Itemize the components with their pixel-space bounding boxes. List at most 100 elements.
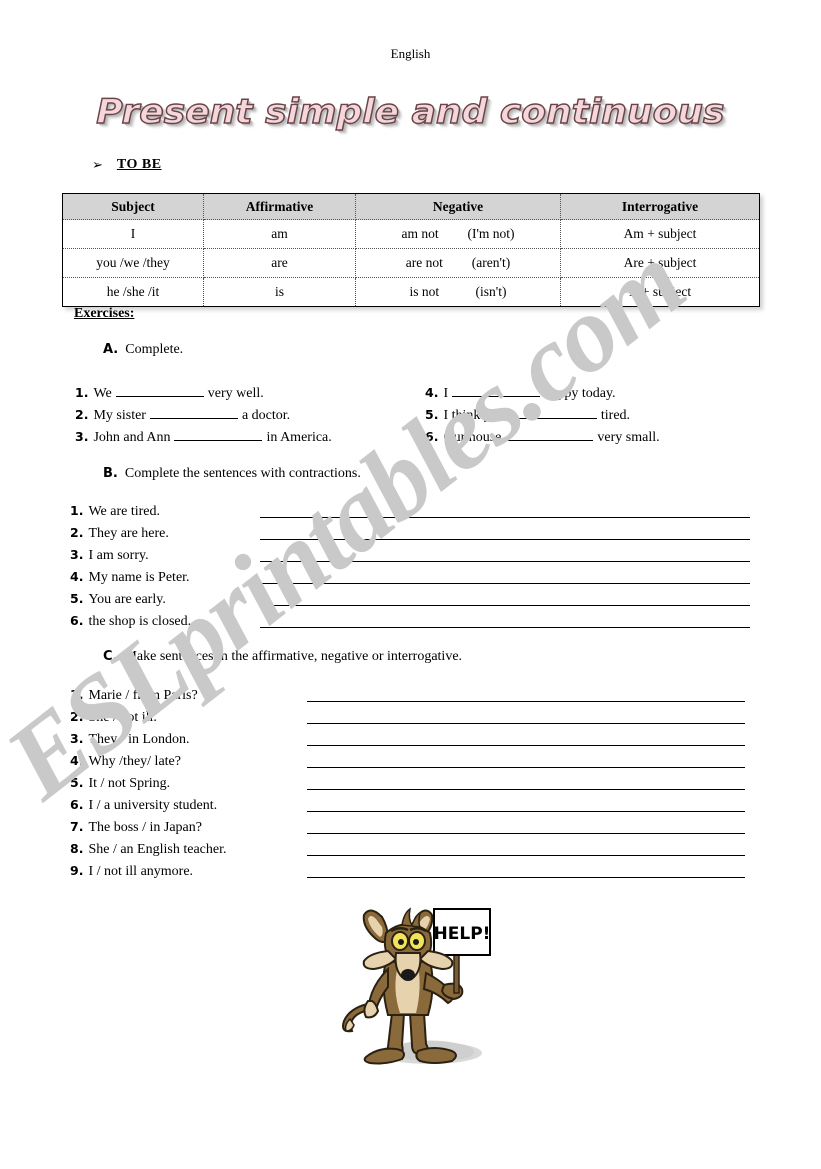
section-b-instruction: Complete the sentences with contractions… (124, 466, 361, 481)
exercise-a-item-1: 1. We very well. (75, 383, 264, 402)
section-b-letter: B. (103, 466, 118, 481)
fill-in-blank[interactable] (174, 427, 263, 441)
answer-line-c-2[interactable] (307, 723, 745, 724)
exercise-c-item-1: 1. Marie / from Paris? (70, 687, 198, 704)
answer-line-b-4[interactable] (260, 583, 750, 584)
negative-contraction: (I'm not) (467, 226, 515, 241)
item-number: 7. (70, 819, 84, 834)
to-be-heading-row: ➢ TO BE (92, 157, 162, 173)
item-text: She / not ill. (88, 710, 157, 725)
exercises-heading: Exercises: (74, 306, 135, 321)
coyote-nose (401, 969, 415, 981)
sign-post (453, 952, 460, 994)
table-row: you /we /they are are not (aren't) Are + … (62, 248, 760, 278)
fill-in-blank[interactable] (452, 383, 541, 397)
item-text: I am sorry. (88, 548, 149, 563)
exercise-b-item-1: 1. We are tired. (70, 503, 160, 520)
item-number: 8. (70, 841, 84, 856)
worksheet-page: English Present simple and continuous ➢ … (0, 0, 821, 1169)
exercise-a-item-3: 3. John and Ann in America. (75, 427, 332, 446)
arrow-bullet-icon: ➢ (92, 157, 103, 173)
section-c-instruction: Make sentences in the affirmative, negat… (124, 649, 463, 664)
cell-subject: I (62, 219, 204, 249)
exercise-c-item-7: 7. The boss / in Japan? (70, 819, 202, 836)
cell-negative-inner: is not (isn't) (410, 284, 507, 300)
answer-line-b-5[interactable] (260, 605, 750, 606)
coyote-head-tuft (401, 907, 422, 928)
item-text: They are here. (88, 526, 169, 541)
answer-line-c-6[interactable] (307, 811, 745, 812)
answer-line-c-9[interactable] (307, 877, 745, 878)
item-text-before: I (443, 386, 449, 401)
answer-line-b-3[interactable] (260, 561, 750, 562)
cell-affirmative: are (203, 248, 356, 278)
table-row: I am am not (I'm not) Am + subject (62, 219, 760, 249)
fill-in-blank[interactable] (149, 405, 238, 419)
fill-in-blank[interactable] (508, 405, 597, 419)
page-header-label: English (390, 46, 431, 61)
item-number: 4. (425, 385, 439, 400)
item-number: 5. (70, 591, 84, 606)
item-number: 6. (425, 429, 439, 444)
item-text: My name is Peter. (88, 570, 190, 585)
section-a-instruction: Complete. (125, 342, 184, 357)
item-number: 4. (70, 569, 84, 584)
exercise-c-item-6: 6. I / a university student. (70, 797, 217, 814)
item-number: 4. (70, 753, 84, 768)
item-text: The boss / in Japan? (88, 820, 202, 835)
table-header-row: Subject Affirmative Negative Interrogati… (62, 193, 760, 220)
section-a-heading: A. Complete. (103, 342, 183, 358)
item-text-before: We (93, 386, 112, 401)
answer-line-b-1[interactable] (260, 517, 750, 518)
column-header-negative: Negative (355, 193, 561, 220)
item-text: the shop is closed. (88, 614, 192, 629)
item-text-after: very well. (207, 386, 264, 401)
answer-line-c-3[interactable] (307, 745, 745, 746)
item-number: 1. (75, 385, 89, 400)
exercise-b-item-3: 3. I am sorry. (70, 547, 149, 564)
item-number: 3. (70, 547, 84, 562)
cell-negative: am not (I'm not) (355, 219, 561, 249)
item-text: Marie / from Paris? (88, 688, 198, 703)
fill-in-blank[interactable] (115, 383, 204, 397)
item-text-after: in America. (266, 430, 332, 445)
page-title: Present simple and continuous (96, 91, 726, 132)
cell-negative-inner: am not (I'm not) (401, 226, 514, 242)
negative-form: am not (401, 226, 439, 241)
exercise-a-item-2: 2. My sister a doctor. (75, 405, 290, 424)
item-number: 5. (70, 775, 84, 790)
exercise-c-item-4: 4. Why /they/ late? (70, 753, 181, 770)
item-number: 3. (75, 429, 89, 444)
cell-negative: is not (isn't) (355, 277, 561, 307)
to-be-conjugation-table: Subject Affirmative Negative Interrogati… (62, 193, 760, 307)
fill-in-blank[interactable] (505, 427, 594, 441)
column-header-affirmative: Affirmative (203, 193, 356, 220)
exercise-c-item-2: 2. She / not ill. (70, 709, 157, 726)
section-c-heading: C. Make sentences in the affirmative, neg… (103, 649, 462, 665)
item-text-after: a doctor. (241, 408, 291, 423)
answer-line-c-1[interactable] (307, 701, 745, 702)
exercise-b-item-5: 5. You are early. (70, 591, 166, 608)
answer-line-b-2[interactable] (260, 539, 750, 540)
item-text: They / in London. (88, 732, 190, 747)
item-number: 6. (70, 613, 84, 628)
item-text: It / not Spring. (88, 776, 171, 791)
section-a-letter: A. (103, 342, 119, 357)
column-header-subject: Subject (62, 193, 204, 220)
table-row: he /she /it is is not (isn't) Is + subjec… (62, 277, 760, 307)
cell-affirmative: is (203, 277, 356, 307)
cell-interrogative: Am + subject (560, 219, 760, 249)
exercise-b-item-2: 2. They are here. (70, 525, 169, 542)
exercise-a-item-6: 6. Our house very small. (425, 427, 660, 446)
help-sign-text: HELP! (434, 924, 491, 944)
answer-line-c-4[interactable] (307, 767, 745, 768)
answer-line-c-7[interactable] (307, 833, 745, 834)
page-title-wrap: Present simple and continuous (0, 91, 821, 132)
cell-subject: he /she /it (62, 277, 204, 307)
answer-line-b-6[interactable] (260, 627, 750, 628)
cell-interrogative: Is + subject (560, 277, 760, 307)
answer-line-c-8[interactable] (307, 855, 745, 856)
item-text-before: Our house (443, 430, 502, 445)
item-text: You are early. (88, 592, 166, 607)
answer-line-c-5[interactable] (307, 789, 745, 790)
